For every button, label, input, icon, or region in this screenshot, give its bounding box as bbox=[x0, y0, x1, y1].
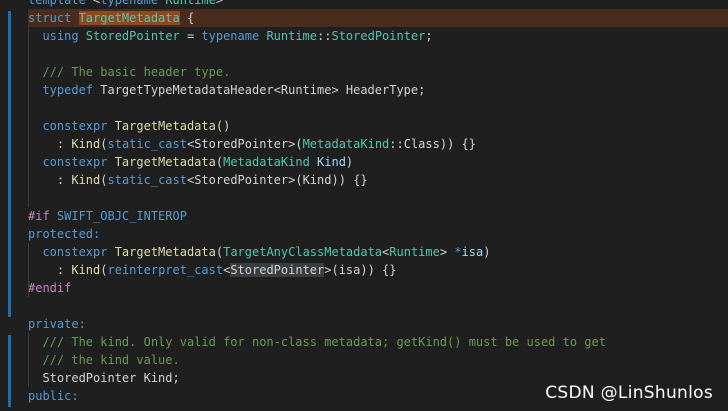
code-line[interactable]: private: bbox=[28, 315, 728, 333]
code-token: Runtime bbox=[266, 29, 318, 43]
code-token: MetadataKind bbox=[302, 137, 390, 151]
code-token: typedef bbox=[28, 83, 101, 97]
code-token: static_cast bbox=[107, 173, 187, 187]
code-token: <StoredPointer>(Kind)) {} bbox=[186, 173, 368, 187]
code-token: ; bbox=[425, 29, 433, 43]
code-token: StoredPointer bbox=[331, 29, 426, 43]
code-token: public: bbox=[28, 389, 79, 403]
code-token: typename bbox=[201, 29, 267, 43]
code-token: typename bbox=[100, 0, 166, 7]
code-token: private: bbox=[28, 317, 86, 331]
code-token: > bbox=[439, 245, 455, 259]
code-line[interactable]: constexpr TargetMetadata(MetadataKind Ki… bbox=[28, 153, 728, 171]
code-token: ( bbox=[215, 245, 224, 259]
indent-guide bbox=[28, 27, 29, 207]
code-token: /// The kind. Only valid for non-class m… bbox=[28, 335, 606, 349]
code-token: : bbox=[28, 137, 72, 151]
code-line[interactable]: : Kind(static_cast<StoredPointer>(Kind))… bbox=[28, 171, 728, 189]
code-token: /// The basic header type. bbox=[28, 65, 231, 79]
code-token: * bbox=[454, 245, 462, 259]
code-token: <StoredPointer>( bbox=[186, 137, 303, 151]
code-line[interactable]: constexpr TargetMetadata() bbox=[28, 117, 728, 135]
code-line[interactable]: constexpr TargetMetadata(TargetAnyClassM… bbox=[28, 243, 728, 261]
indent-guide bbox=[28, 333, 29, 387]
code-token: SWIFT_OBJC_INTEROP bbox=[56, 209, 187, 223]
code-token: constexpr bbox=[28, 119, 115, 133]
code-token: protected: bbox=[28, 227, 101, 241]
code-token: using bbox=[28, 29, 86, 43]
code-line[interactable]: using StoredPointer = typename Runtime::… bbox=[28, 27, 728, 45]
code-token: StoredPointer bbox=[230, 263, 325, 277]
code-line[interactable]: /// The kind. Only valid for non-class m… bbox=[28, 333, 728, 351]
code-token: isa bbox=[461, 245, 484, 259]
code-token: ) bbox=[483, 245, 491, 259]
code-token: reinterpret_cast bbox=[107, 263, 224, 277]
code-line[interactable]: /// the kind value. bbox=[28, 351, 728, 369]
code-token: ) bbox=[345, 155, 354, 169]
code-token: ::Class)) {} bbox=[389, 137, 476, 151]
code-token: TargetMetadata bbox=[78, 11, 180, 25]
code-token: Kind bbox=[71, 263, 101, 277]
code-token: ( bbox=[100, 263, 108, 277]
code-token: constexpr bbox=[28, 155, 115, 169]
code-line[interactable]: #if SWIFT_OBJC_INTEROP bbox=[28, 207, 728, 225]
code-line[interactable]: struct TargetMetadata { bbox=[28, 9, 728, 27]
code-token: >(isa)) {} bbox=[324, 263, 397, 277]
code-token: TargetMetadata bbox=[114, 245, 216, 259]
code-token: constexpr bbox=[28, 245, 115, 259]
code-token: TargetAnyClassMetadata bbox=[223, 245, 383, 259]
code-token: ( bbox=[215, 155, 224, 169]
code-line[interactable]: : Kind(static_cast<StoredPointer>(Metada… bbox=[28, 135, 728, 153]
code-token: ( bbox=[100, 173, 108, 187]
code-editor[interactable]: template <typename Runtime> struct Target… bbox=[0, 0, 728, 411]
code-line[interactable] bbox=[28, 189, 728, 207]
code-token: struct bbox=[28, 11, 79, 25]
code-line[interactable]: : Kind(reinterpret_cast<StoredPointer>(i… bbox=[28, 261, 728, 279]
code-token: static_cast bbox=[107, 137, 187, 151]
code-token: Runtime bbox=[165, 0, 216, 7]
code-token: ( bbox=[100, 137, 108, 151]
code-token: /// the kind value. bbox=[28, 353, 180, 367]
indent-guide bbox=[28, 243, 29, 297]
code-token: MetadataKind bbox=[223, 155, 318, 169]
code-token: #if bbox=[28, 209, 57, 223]
gutter-change-marker-bottom bbox=[8, 335, 11, 407]
code-line[interactable]: protected: bbox=[28, 225, 728, 243]
code-line[interactable] bbox=[28, 45, 728, 63]
code-token: :: bbox=[317, 29, 332, 43]
code-line[interactable]: template <typename Runtime> bbox=[28, 0, 728, 9]
code-token: = bbox=[179, 29, 202, 43]
code-token: Runtime bbox=[389, 245, 440, 259]
code-token: () bbox=[215, 119, 231, 133]
code-line[interactable] bbox=[28, 99, 728, 117]
code-token: StoredPointer bbox=[85, 29, 180, 43]
code-token: : bbox=[28, 263, 72, 277]
code-token: TargetTypeMetadataHeader<Runtime> Header… bbox=[100, 83, 426, 97]
code-token: > bbox=[215, 0, 224, 7]
gutter-change-marker-top bbox=[8, 11, 11, 317]
code-token: Kind bbox=[317, 155, 346, 169]
code-token: { bbox=[179, 11, 195, 25]
code-token: StoredPointer Kind; bbox=[28, 371, 180, 385]
watermark-text: CSDN @LinShunlos bbox=[545, 383, 713, 403]
code-token: #endif bbox=[28, 281, 72, 295]
code-line[interactable]: #endif bbox=[28, 279, 728, 297]
code-line[interactable]: typedef TargetTypeMetadataHeader<Runtime… bbox=[28, 81, 728, 99]
code-line[interactable] bbox=[28, 297, 728, 315]
code-token: : bbox=[28, 173, 72, 187]
code-line[interactable]: /// The basic header type. bbox=[28, 63, 728, 81]
code-token: Kind bbox=[71, 173, 101, 187]
code-token: TargetMetadata bbox=[114, 155, 216, 169]
code-area[interactable]: template <typename Runtime> struct Target… bbox=[28, 0, 728, 405]
code-token: TargetMetadata bbox=[114, 119, 216, 133]
code-token: template bbox=[28, 0, 94, 7]
code-token: Kind bbox=[71, 137, 101, 151]
